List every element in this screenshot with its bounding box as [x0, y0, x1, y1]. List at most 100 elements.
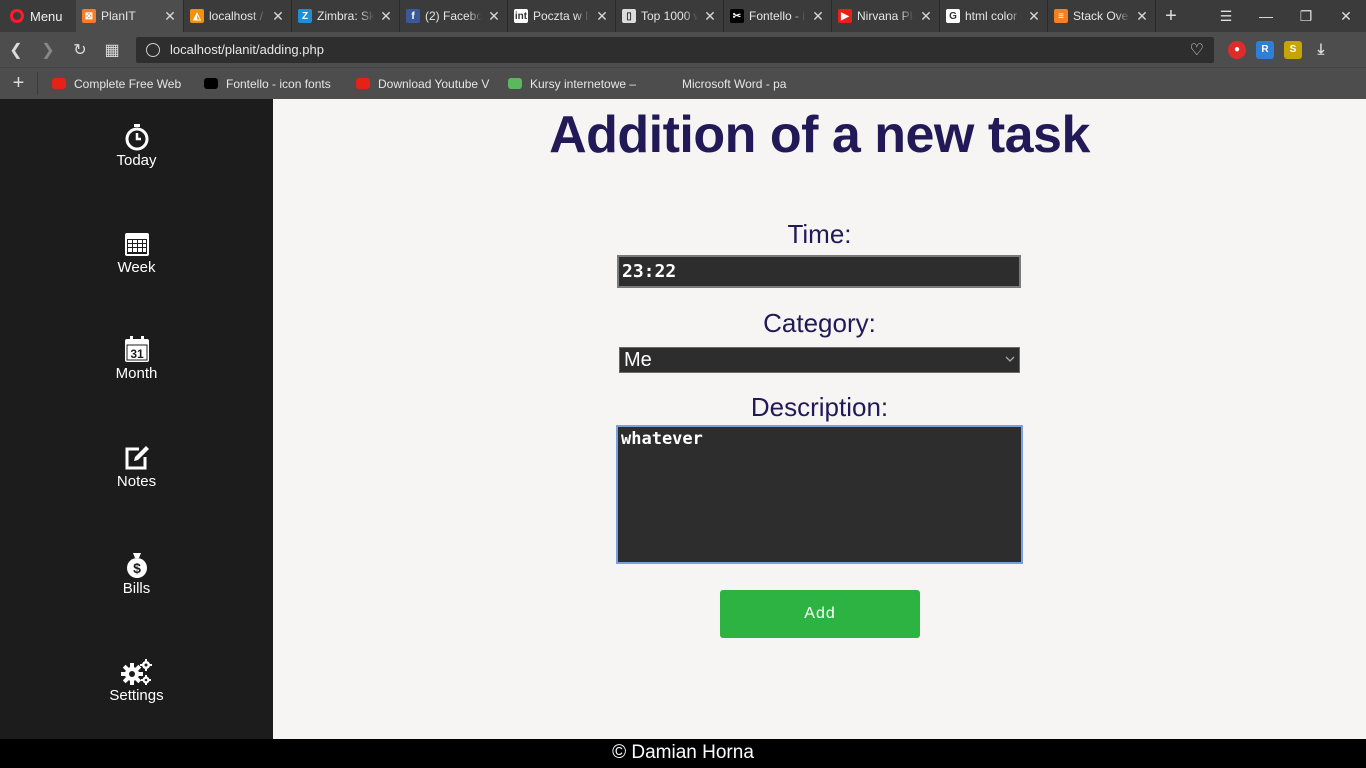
url-text: localhost/planit/adding.php	[170, 42, 324, 57]
close-tab-icon[interactable]: ✕	[487, 8, 501, 25]
extension-s-icon[interactable]: S	[1284, 40, 1302, 59]
category-selected-value: Me	[624, 348, 652, 371]
browser-tab-title: Nirvana Playlist	[857, 9, 914, 23]
browser-tab-bar: Menu ⊠ PlanIT ✕ ◭ localhost / 127.0.0.1 ✕ Z Zim…	[0, 0, 1366, 32]
close-tab-icon[interactable]: ✕	[271, 8, 285, 25]
bookmark-favicon-icon	[356, 78, 370, 89]
bookmark-favicon-icon	[204, 78, 218, 89]
opera-logo-icon	[10, 9, 24, 23]
speed-dial-icon[interactable]: ▦	[96, 40, 128, 60]
page-title: Addition of a new task	[549, 106, 1090, 164]
facebook-icon: f	[406, 9, 420, 23]
reload-icon[interactable]: ↻	[64, 40, 96, 60]
sidebar-item-settings[interactable]: Settings	[0, 658, 273, 704]
add-button[interactable]: Add	[720, 590, 920, 638]
sidebar: Today Week 31 Month Notes $ Bills Settin…	[0, 99, 273, 739]
sidebar-label-month: Month	[115, 365, 158, 382]
sidebar-item-month[interactable]: 31 Month	[0, 336, 273, 382]
bookmark-title: Kursy internetowe –	[530, 76, 637, 91]
sidebar-label-today: Today	[116, 152, 157, 169]
browser-tab[interactable]: f (2) Facebook ✕	[400, 0, 508, 32]
restore-icon[interactable]: ❐	[1286, 8, 1326, 25]
close-tab-icon[interactable]: ✕	[1135, 8, 1149, 25]
svg-text:$: $	[133, 560, 141, 576]
close-tab-icon[interactable]: ✕	[163, 8, 177, 25]
close-tab-icon[interactable]: ✕	[379, 8, 393, 25]
sidebar-item-notes[interactable]: Notes	[0, 444, 273, 490]
category-label: Category:	[763, 308, 876, 338]
footer: © Damian Horna	[0, 739, 1366, 768]
time-input[interactable]: 23:22	[617, 255, 1021, 288]
bookmark-favicon-icon	[52, 78, 66, 89]
sidebar-label-settings: Settings	[109, 687, 164, 704]
browser-tab[interactable]: ≡ Stack Overflow ✕	[1048, 0, 1156, 32]
browser-tab[interactable]: ⊠ PlanIT ✕	[76, 0, 184, 32]
browser-tab[interactable]: ◭ localhost / 127.0.0.1 ✕	[184, 0, 292, 32]
category-select[interactable]: Me	[619, 347, 1020, 373]
browser-tab[interactable]: Ghtml color codes ✕	[940, 0, 1048, 32]
bookmark-item[interactable]: Download Youtube V	[356, 77, 494, 91]
browser-tab[interactable]: ✂ Fontello - icon fonts ✕	[724, 0, 832, 32]
extensions: ● R S ⤓	[1228, 40, 1330, 59]
browser-tab[interactable]: Z Zimbra: Skrzynka ✕	[292, 0, 400, 32]
download-icon[interactable]: ⤓	[1312, 41, 1330, 59]
minimize-icon[interactable]: —	[1246, 8, 1286, 24]
browser-tab[interactable]: ▯ Top 1000 words ✕	[616, 0, 724, 32]
sidebar-item-today[interactable]: Today	[0, 123, 273, 169]
chevron-down-icon	[1005, 356, 1015, 362]
bookmark-title: Fontello - icon fonts	[226, 76, 331, 91]
tab-menu-icon[interactable]: ☰	[1206, 8, 1246, 25]
bookmark-item[interactable]: Fontello - icon fonts	[204, 77, 342, 91]
address-bar-row: ❮ ❯ ↻ ▦ localhost/planit/adding.php ♡ ● …	[0, 32, 1366, 67]
close-tab-icon[interactable]: ✕	[1027, 8, 1041, 25]
back-icon[interactable]: ❮	[0, 40, 32, 60]
stopwatch-icon	[125, 124, 148, 151]
document-icon: ▯	[622, 9, 636, 23]
sidebar-label-week: Week	[117, 259, 156, 276]
close-tab-icon[interactable]: ✕	[919, 8, 933, 25]
close-tab-icon[interactable]: ✕	[595, 8, 609, 25]
browser-tab-title: (2) Facebook	[425, 9, 482, 23]
bookmark-favicon-icon	[508, 78, 522, 89]
bookmark-heart-icon[interactable]: ♡	[1190, 40, 1204, 60]
main-content: Addition of a new task Time: 23:22 Categ…	[273, 99, 1366, 739]
browser-tab-title: html color codes	[965, 9, 1022, 23]
zimbra-icon: Z	[298, 9, 312, 23]
youtube-icon: ▶	[838, 9, 852, 23]
forward-icon[interactable]: ❯	[32, 40, 64, 60]
xampp-icon: ⊠	[82, 9, 96, 23]
extension-r-icon[interactable]: R	[1256, 40, 1274, 59]
new-tab-button[interactable]: +	[1156, 0, 1186, 32]
browser-tab-title: PlanIT	[101, 9, 136, 23]
adblock-icon[interactable]: ●	[1228, 40, 1246, 59]
sidebar-label-notes: Notes	[116, 473, 157, 490]
browser-menu-button[interactable]: Menu	[0, 0, 76, 32]
browser-tab-title: Zimbra: Skrzynka	[317, 9, 374, 23]
bookmark-title: Complete Free Web	[74, 76, 182, 91]
calendar-day-number: 31	[130, 347, 144, 361]
bookmark-item[interactable]: Complete Free Web	[52, 77, 190, 91]
sidebar-label-bills: Bills	[122, 580, 151, 597]
close-tab-icon[interactable]: ✕	[811, 8, 825, 25]
add-bookmark-button[interactable]: +	[0, 72, 38, 95]
sidebar-item-week[interactable]: Week	[0, 230, 273, 276]
bookmark-favicon-icon	[660, 78, 674, 89]
browser-tab-title: Poczta w INTERIA	[533, 9, 590, 23]
google-icon: G	[946, 9, 960, 23]
browser-tab-title: Fontello - icon fonts	[749, 9, 806, 23]
bookmark-item[interactable]: Microsoft Word - pa	[660, 77, 798, 91]
bookmark-item[interactable]: Kursy internetowe –	[508, 77, 646, 91]
close-window-icon[interactable]: ✕	[1326, 8, 1366, 25]
sidebar-item-bills[interactable]: $ Bills	[0, 551, 273, 597]
description-label: Description:	[750, 392, 889, 422]
edit-icon	[125, 446, 149, 470]
close-tab-icon[interactable]: ✕	[703, 8, 717, 25]
browser-tab[interactable]: ▶ Nirvana Playlist ✕	[832, 0, 940, 32]
interia-icon: int	[514, 9, 528, 23]
browser-tab[interactable]: int Poczta w INTERIA ✕	[508, 0, 616, 32]
gears-icon	[120, 659, 152, 685]
bookmark-title: Download Youtube V	[378, 76, 490, 91]
description-textarea[interactable]: whatever	[616, 425, 1023, 564]
time-label: Time:	[787, 219, 852, 249]
url-field[interactable]: localhost/planit/adding.php ♡	[136, 36, 1214, 63]
